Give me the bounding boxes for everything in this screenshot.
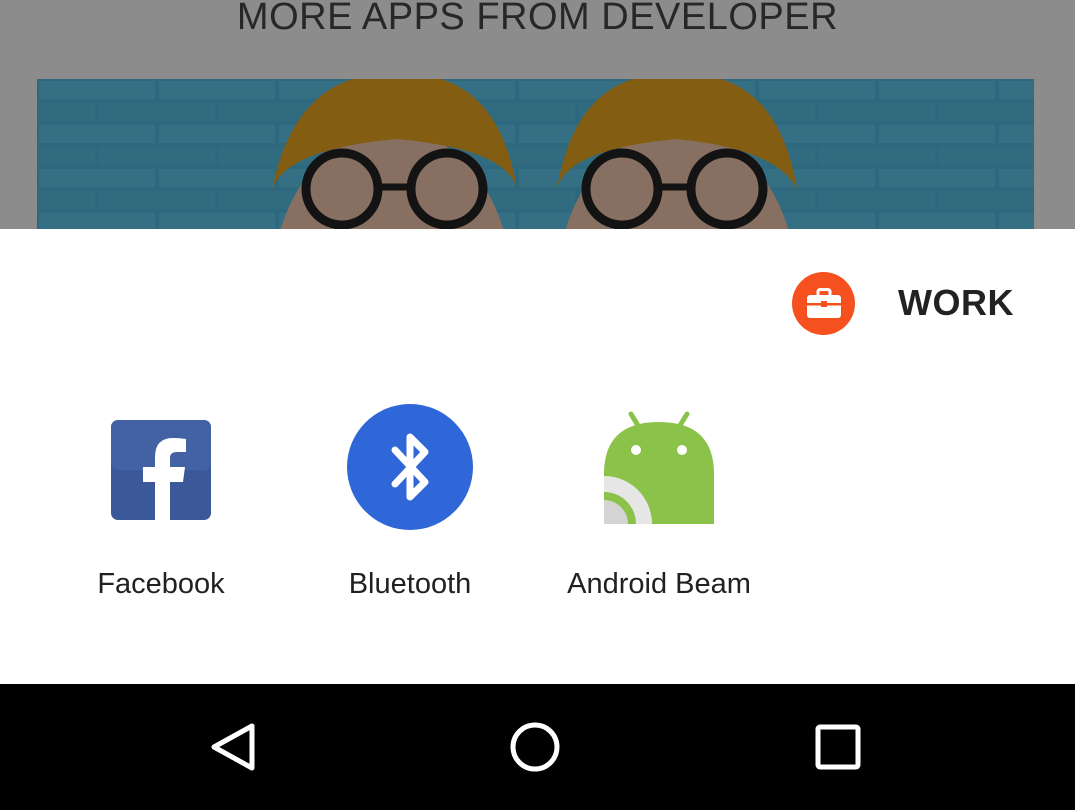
share-target-label: Bluetooth: [348, 568, 472, 600]
share-target-android-beam[interactable]: Android Beam: [559, 404, 759, 614]
share-sheet: WORK Facebook Bluetooth Android Beam: [0, 229, 1075, 684]
android-beam-icon: [604, 411, 714, 524]
share-target-bluetooth[interactable]: Bluetooth: [310, 404, 510, 614]
share-target-facebook[interactable]: Facebook: [61, 404, 261, 614]
share-target-label: Android Beam: [567, 568, 751, 600]
recents-button-icon[interactable]: [803, 712, 873, 782]
screen: MORE APPS FROM DEVELOPER WORK Facebook B…: [0, 0, 1075, 810]
facebook-icon: [111, 420, 211, 520]
work-badge: [792, 271, 855, 335]
home-button-icon[interactable]: [500, 712, 570, 782]
back-button-icon[interactable]: [198, 712, 268, 782]
navigation-bar: [0, 684, 1075, 810]
scrim-overlay[interactable]: [0, 0, 1075, 229]
briefcase-icon: [806, 288, 841, 318]
bluetooth-icon: [347, 404, 473, 530]
work-profile-tab[interactable]: WORK: [792, 271, 1014, 335]
work-label: WORK: [898, 282, 1014, 323]
share-target-label: Facebook: [97, 568, 225, 600]
